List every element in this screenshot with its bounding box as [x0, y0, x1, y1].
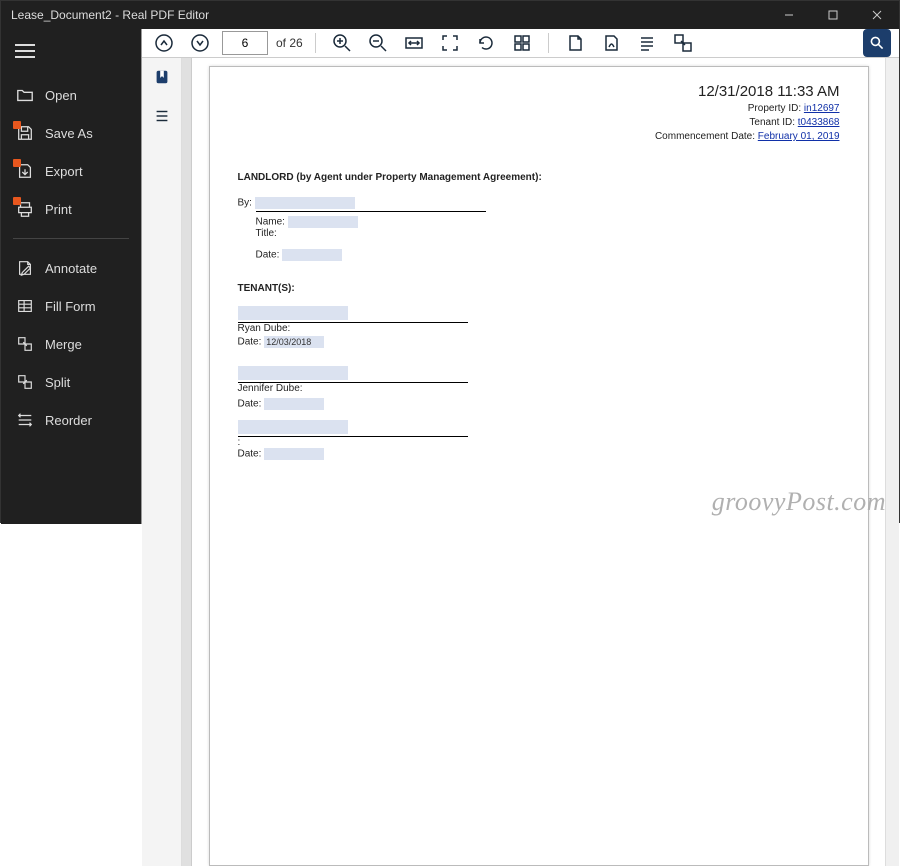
sidebar-item-annotate[interactable]: Annotate — [1, 249, 141, 287]
sidebar-item-label: Merge — [45, 337, 82, 352]
signer-name-2: Jennifer Dube: — [238, 383, 840, 394]
export-icon — [15, 161, 35, 181]
tenant-id-link[interactable]: t0433868 — [798, 117, 840, 128]
sidebar-item-label: Print — [45, 202, 72, 217]
date-label: Date: — [238, 449, 262, 460]
landlord-heading: LANDLORD (by Agent under Property Manage… — [238, 172, 840, 183]
outline-panel-button[interactable] — [153, 107, 171, 130]
vertical-scrollbar[interactable] — [885, 58, 899, 866]
sign-button[interactable] — [597, 29, 625, 57]
sidebar-item-split[interactable]: Split — [1, 363, 141, 401]
form-field[interactable] — [264, 398, 324, 410]
side-panel-strip — [142, 58, 182, 866]
sidebar-item-reorder[interactable]: Reorder — [1, 401, 141, 439]
sidebar-item-export[interactable]: Export — [1, 152, 141, 190]
form-field[interactable] — [264, 448, 324, 460]
property-id-link[interactable]: in12697 — [804, 103, 840, 114]
panel-resize-handle[interactable] — [182, 58, 192, 866]
toolbar-separator — [315, 33, 316, 53]
by-label: By: — [238, 198, 252, 209]
title-label: Title: — [256, 228, 277, 239]
save-icon — [15, 123, 35, 143]
pdf-page: 12/31/2018 11:33 AM Property ID: in12697… — [209, 66, 869, 866]
form-field[interactable] — [238, 306, 348, 320]
zoom-out-button[interactable] — [364, 29, 392, 57]
thumbnails-button[interactable] — [508, 29, 536, 57]
menu-toggle-button[interactable] — [1, 37, 141, 76]
form-field[interactable] — [288, 216, 358, 228]
toolbar: of 26 — [142, 29, 899, 58]
form-field[interactable] — [282, 249, 342, 261]
tenant-id-line: Tenant ID: t0433868 — [238, 116, 840, 130]
form-field[interactable] — [238, 420, 348, 434]
window-maximize-button[interactable] — [811, 1, 855, 29]
form-field[interactable] — [255, 197, 355, 209]
zoom-in-button[interactable] — [328, 29, 356, 57]
sidebar-item-fill-form[interactable]: Fill Form — [1, 287, 141, 325]
search-button[interactable] — [863, 29, 891, 57]
signer-name-1: Ryan Dube: — [238, 323, 840, 334]
sidebar-divider — [13, 238, 129, 239]
sidebar-item-label: Export — [45, 164, 83, 179]
date-label: Date: — [238, 337, 262, 348]
window-title: Lease_Document2 - Real PDF Editor — [11, 8, 209, 22]
page-timestamp: 12/31/2018 11:33 AM — [238, 81, 840, 102]
split-icon — [15, 372, 35, 392]
text-view-button[interactable] — [633, 29, 661, 57]
edit-page-button[interactable] — [561, 29, 589, 57]
sidebar: Open Save As Export Print — [1, 29, 141, 524]
signer-name-3: : — [238, 437, 840, 448]
sidebar-item-save-as[interactable]: Save As — [1, 114, 141, 152]
sidebar-item-label: Split — [45, 375, 70, 390]
sidebar-item-print[interactable]: Print — [1, 190, 141, 228]
form-field-date[interactable]: 12/03/2018 — [264, 336, 324, 348]
name-label: Name: — [256, 217, 285, 228]
date-label: Date: — [238, 399, 262, 410]
sidebar-item-label: Annotate — [45, 261, 97, 276]
commencement-date-link[interactable]: February 01, 2019 — [758, 131, 840, 142]
fit-width-button[interactable] — [400, 29, 428, 57]
annotate-icon — [15, 258, 35, 278]
page-total-label: of 26 — [276, 36, 303, 50]
bookmarks-panel-button[interactable] — [153, 68, 171, 91]
reorder-icon — [15, 410, 35, 430]
sidebar-item-label: Fill Form — [45, 299, 96, 314]
document-viewport[interactable]: 12/31/2018 11:33 AM Property ID: in12697… — [192, 58, 885, 866]
compare-button[interactable] — [669, 29, 697, 57]
tenants-heading: TENANT(S): — [238, 283, 840, 294]
form-icon — [15, 296, 35, 316]
rotate-button[interactable] — [472, 29, 500, 57]
print-icon — [15, 199, 35, 219]
sidebar-item-label: Open — [45, 88, 77, 103]
property-id-line: Property ID: in12697 — [238, 102, 840, 116]
folder-icon — [15, 85, 35, 105]
sidebar-item-merge[interactable]: Merge — [1, 325, 141, 363]
sidebar-item-label: Save As — [45, 126, 93, 141]
sidebar-item-label: Reorder — [45, 413, 92, 428]
date-label: Date: — [256, 250, 280, 261]
prev-page-button[interactable] — [150, 29, 178, 57]
page-number-input[interactable] — [222, 31, 268, 55]
form-field[interactable] — [238, 366, 348, 380]
fit-page-button[interactable] — [436, 29, 464, 57]
merge-icon — [15, 334, 35, 354]
sidebar-item-open[interactable]: Open — [1, 76, 141, 114]
toolbar-separator — [548, 33, 549, 53]
window-close-button[interactable] — [855, 1, 899, 29]
commencement-line: Commencement Date: February 01, 2019 — [238, 130, 840, 144]
signature-line — [256, 211, 486, 212]
next-page-button[interactable] — [186, 29, 214, 57]
window-minimize-button[interactable] — [767, 1, 811, 29]
window-titlebar: Lease_Document2 - Real PDF Editor — [1, 1, 899, 29]
